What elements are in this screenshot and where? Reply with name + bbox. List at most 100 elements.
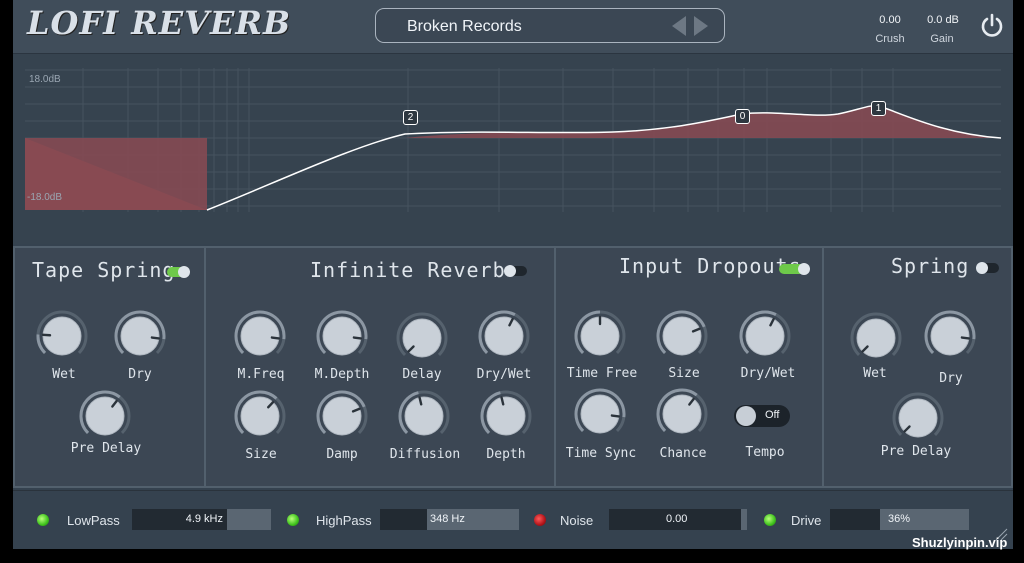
knob-infinite-drywet[interactable] bbox=[478, 310, 530, 362]
drive-slider[interactable]: 36% bbox=[830, 509, 969, 530]
gain-label: Gain bbox=[930, 33, 954, 45]
knob-infinite-mfreq[interactable] bbox=[234, 310, 286, 362]
knob-tape-wet[interactable] bbox=[36, 310, 88, 362]
tape-spring-title: Tape Spring bbox=[32, 258, 176, 282]
highpass-value: 348 Hz bbox=[430, 513, 465, 525]
eq-bottom-label: -18.0dB bbox=[27, 192, 63, 203]
knob-body bbox=[486, 396, 526, 436]
toggle-dot bbox=[504, 265, 516, 277]
toggle-dot bbox=[976, 262, 988, 274]
tempo-toggle[interactable]: Off bbox=[734, 405, 790, 427]
logo: LOFI REVERB bbox=[27, 4, 292, 42]
lowpass-value: 4.9 kHz bbox=[185, 513, 223, 525]
knob-label: Diffusion bbox=[389, 447, 461, 462]
knob-indicator bbox=[610, 414, 621, 418]
input-dropouts-toggle[interactable] bbox=[779, 263, 810, 275]
knob-label: Depth bbox=[486, 447, 526, 462]
knob-label: Delay bbox=[402, 367, 442, 382]
knob-body bbox=[662, 394, 702, 434]
knob-label: Chance bbox=[659, 446, 707, 461]
knob-label: Dry/Wet bbox=[476, 367, 532, 382]
knob-body bbox=[580, 394, 620, 434]
knob-body bbox=[745, 316, 785, 356]
knob-label: M.Freq bbox=[237, 367, 285, 382]
knob-spring-wet[interactable] bbox=[850, 312, 902, 364]
lowpass-slider[interactable]: 4.9 kHz bbox=[132, 509, 271, 530]
knob-spring-dry[interactable] bbox=[924, 310, 976, 362]
crush-value[interactable]: 0.00 bbox=[865, 14, 915, 26]
knob-infinite-depth[interactable] bbox=[480, 390, 532, 442]
spring-toggle[interactable] bbox=[976, 262, 999, 274]
drive-value: 36% bbox=[888, 513, 911, 525]
noise-led[interactable] bbox=[534, 514, 546, 526]
knob-label: Dry bbox=[939, 371, 963, 386]
knob-label: Dry/Wet bbox=[740, 366, 796, 381]
knob-infinite-diffusion[interactable] bbox=[398, 390, 450, 442]
knob-body bbox=[662, 316, 702, 356]
eq-node-0-label: 0 bbox=[739, 111, 746, 122]
noise-label: Noise bbox=[560, 513, 594, 528]
knob-indicator bbox=[418, 396, 423, 406]
knob-body bbox=[120, 316, 160, 356]
noise-slider[interactable]: 0.00 bbox=[609, 509, 747, 530]
knob-label: Time Sync bbox=[565, 446, 637, 461]
eq-graph[interactable] bbox=[13, 54, 1013, 244]
preset-prev-icon[interactable] bbox=[672, 16, 686, 36]
power-icon[interactable] bbox=[979, 13, 1005, 39]
knob-body bbox=[404, 396, 444, 436]
knob-dropouts-drywet[interactable] bbox=[739, 310, 791, 362]
knob-dropouts-time-free[interactable] bbox=[574, 310, 626, 362]
infinite-reverb-toggle[interactable] bbox=[504, 265, 527, 277]
crush-label: Crush bbox=[875, 33, 905, 45]
knob-dropouts-time-sync[interactable] bbox=[574, 388, 626, 440]
knob-tape-pre-delay[interactable] bbox=[79, 390, 131, 442]
tempo-toggle-dot bbox=[736, 406, 756, 426]
highpass-slider[interactable]: 348 Hz bbox=[380, 509, 519, 530]
drive-led[interactable] bbox=[764, 514, 776, 526]
lowpass-led[interactable] bbox=[37, 514, 49, 526]
knob-infinite-damp[interactable] bbox=[316, 390, 368, 442]
header-bar: LOFI REVERB Broken Records 0.00 Crush 0.… bbox=[13, 0, 1013, 54]
eq-display[interactable]: 18.0dB -18.0dB 2 0 1 bbox=[13, 54, 1013, 244]
eq-node-1[interactable]: 1 bbox=[871, 101, 886, 116]
drive-label: Drive bbox=[791, 513, 822, 528]
toggle-dot bbox=[798, 263, 810, 275]
eq-node-0[interactable]: 0 bbox=[735, 109, 750, 124]
eq-node-1-label: 1 bbox=[875, 103, 882, 114]
spring-title: Spring bbox=[891, 254, 970, 278]
knob-indicator bbox=[500, 396, 505, 406]
knob-label: Size bbox=[668, 366, 700, 381]
tape-spring-toggle[interactable] bbox=[167, 266, 190, 278]
knob-body bbox=[322, 316, 362, 356]
input-dropouts-title: Input Dropouts bbox=[619, 254, 802, 278]
preset-next-icon[interactable] bbox=[694, 16, 708, 36]
knob-infinite-size[interactable] bbox=[234, 390, 286, 442]
knob-tape-dry[interactable] bbox=[114, 310, 166, 362]
highpass-led[interactable] bbox=[287, 514, 299, 526]
knob-label: Size bbox=[245, 447, 277, 462]
gain-value[interactable]: 0.0 dB bbox=[918, 14, 968, 26]
knob-infinite-delay[interactable] bbox=[396, 312, 448, 364]
eq-top-label: 18.0dB bbox=[29, 74, 61, 85]
slider-fill bbox=[741, 509, 747, 530]
knob-body bbox=[322, 396, 362, 436]
tempo-toggle-state: Off bbox=[765, 409, 780, 421]
knob-dropouts-chance[interactable] bbox=[656, 388, 708, 440]
knob-body bbox=[484, 316, 524, 356]
knob-label: Pre Delay bbox=[880, 444, 952, 459]
knob-spring-pre-delay[interactable] bbox=[892, 392, 944, 444]
eq-node-2-label: 2 bbox=[407, 112, 414, 123]
toggle-dot bbox=[178, 266, 190, 278]
knob-indicator bbox=[960, 336, 971, 340]
highpass-label: HighPass bbox=[316, 513, 372, 528]
knob-dropouts-size[interactable] bbox=[656, 310, 708, 362]
knob-label: M.Depth bbox=[314, 367, 370, 382]
knob-label: Time Free bbox=[566, 366, 638, 381]
knob-indicator bbox=[150, 336, 161, 340]
knob-body bbox=[85, 396, 125, 436]
infinite-reverb-title: Infinite Reverb bbox=[310, 258, 506, 282]
preset-selector[interactable]: Broken Records bbox=[375, 8, 725, 43]
knob-body bbox=[240, 316, 280, 356]
eq-node-2[interactable]: 2 bbox=[403, 110, 418, 125]
knob-infinite-mdepth[interactable] bbox=[316, 310, 368, 362]
